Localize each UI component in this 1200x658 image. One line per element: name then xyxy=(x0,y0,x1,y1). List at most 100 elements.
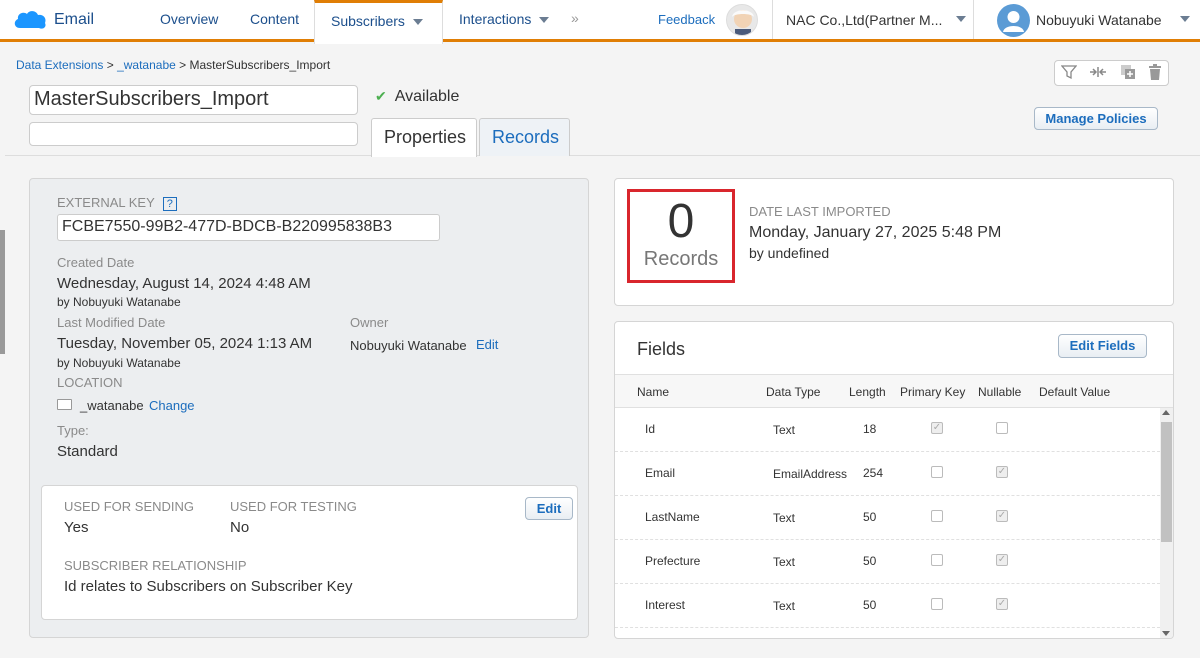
nav-subscribers[interactable]: Subscribers xyxy=(314,0,443,44)
status: ✔ Available xyxy=(375,88,459,106)
field-type: Text xyxy=(773,511,796,525)
external-key-field[interactable]: FCBE7550-99B2-477D-BDCB-B220995838B3 xyxy=(57,214,440,241)
side-panel-handle[interactable] xyxy=(0,230,5,354)
brand-label: Email xyxy=(54,11,95,28)
field-length: 254 xyxy=(863,466,884,480)
trash-icon[interactable] xyxy=(1148,63,1162,83)
table-row[interactable]: Email EmailAddress 254 ✓ xyxy=(615,452,1160,496)
tab-properties[interactable]: Properties xyxy=(371,118,477,157)
filter-icon[interactable] xyxy=(1060,64,1078,83)
user-avatar[interactable] xyxy=(997,4,1030,37)
modified-by: by Nobuyuki Watanabe xyxy=(57,356,181,370)
brand[interactable]: Email xyxy=(12,8,94,32)
description-field[interactable] xyxy=(29,122,358,146)
field-name: Id xyxy=(645,422,656,436)
folder-icon xyxy=(57,399,72,410)
owner-value: Nobuyuki Watanabe xyxy=(350,338,467,353)
nav-divider xyxy=(772,0,773,39)
nav-content[interactable]: Content xyxy=(234,0,315,39)
move-icon[interactable] xyxy=(1089,64,1107,83)
double-chevron-right-icon[interactable]: » xyxy=(571,10,579,26)
date-last-imported-by: by undefined xyxy=(749,245,830,261)
used-for-testing-value: No xyxy=(230,519,250,536)
einstein-avatar[interactable] xyxy=(726,4,758,36)
records-count: 0 xyxy=(667,195,695,248)
field-length: 50 xyxy=(863,554,877,568)
scroll-up-icon[interactable] xyxy=(1162,410,1170,415)
field-name: Interest xyxy=(645,598,686,612)
status-label: Available xyxy=(394,88,460,105)
user-name[interactable]: Nobuyuki Watanabe xyxy=(1036,12,1162,28)
primary-key-checkbox xyxy=(931,466,943,478)
used-for-sending-label: USED FOR SENDING xyxy=(64,499,195,514)
location-change-link[interactable]: Change xyxy=(149,398,195,413)
type-value: Standard xyxy=(57,443,118,460)
chevron-down-icon[interactable] xyxy=(1180,16,1190,22)
table-row[interactable]: LastName Text 50 ✓ xyxy=(615,496,1160,540)
field-type: EmailAddress xyxy=(773,467,848,481)
nav-interactions[interactable]: Interactions xyxy=(443,0,565,39)
fields-scrollbar[interactable] xyxy=(1160,408,1173,638)
help-icon[interactable]: ? xyxy=(162,197,177,211)
modified-date-value: Tuesday, November 05, 2024 1:13 AM xyxy=(57,335,313,352)
field-length: 50 xyxy=(863,598,877,612)
field-type: Text xyxy=(773,423,796,437)
top-nav: Email Overview Content Subscribers Inter… xyxy=(0,0,1200,44)
breadcrumb-folder[interactable]: _watanabe xyxy=(117,58,176,72)
edit-fields-button[interactable]: Edit Fields xyxy=(1058,334,1147,358)
scroll-down-icon[interactable] xyxy=(1162,631,1170,636)
fields-panel: Fields Edit Fields Name Data Type Length… xyxy=(614,321,1174,639)
org-name[interactable]: NAC Co.,Ltd(Partner M... xyxy=(786,12,942,28)
field-name: Email xyxy=(645,466,676,480)
name-field[interactable]: MasterSubscribers_Import xyxy=(29,85,358,115)
scroll-thumb[interactable] xyxy=(1161,422,1172,542)
breadcrumb-data-extensions[interactable]: Data Extensions xyxy=(16,58,103,72)
breadcrumb-current: MasterSubscribers_Import xyxy=(189,58,331,72)
nullable-checkbox xyxy=(996,422,1008,434)
nav-interactions-label: Interactions xyxy=(459,11,532,27)
location-value: _watanabe xyxy=(80,398,144,413)
manage-policies-button[interactable]: Manage Policies xyxy=(1034,107,1158,130)
column-header-length[interactable]: Length xyxy=(849,385,886,399)
tab-records[interactable]: Records xyxy=(479,118,570,156)
copy-icon[interactable] xyxy=(1120,64,1136,83)
nav-divider xyxy=(973,0,974,39)
column-header-default-value[interactable]: Default Value xyxy=(1039,385,1110,399)
salesforce-cloud-icon xyxy=(12,8,48,32)
nullable-checkbox: ✓ xyxy=(996,466,1008,478)
date-last-imported-label: DATE LAST IMPORTED xyxy=(749,204,891,219)
table-row[interactable]: Prefecture Text 50 ✓ xyxy=(615,540,1160,584)
column-header-data-type[interactable]: Data Type xyxy=(766,385,820,399)
field-name: Prefecture xyxy=(645,554,701,568)
owner-edit-link[interactable]: Edit xyxy=(476,337,498,352)
date-last-imported-value: Monday, January 27, 2025 5:48 PM xyxy=(749,224,1002,241)
breadcrumb-separator: > xyxy=(179,58,190,72)
records-summary-panel: 0 Records DATE LAST IMPORTED Monday, Jan… xyxy=(614,178,1174,306)
used-for-testing-label: USED FOR TESTING xyxy=(230,499,357,514)
table-row[interactable]: Interest Text 50 ✓ xyxy=(615,584,1160,628)
primary-key-checkbox xyxy=(931,598,943,610)
created-date-label: Created Date xyxy=(57,255,135,270)
fields-title: Fields xyxy=(637,339,686,359)
properties-panel: EXTERNAL KEY? FCBE7550-99B2-477D-BDCB-B2… xyxy=(29,178,589,638)
nullable-checkbox: ✓ xyxy=(996,510,1008,522)
nullable-checkbox: ✓ xyxy=(996,598,1008,610)
primary-key-checkbox: ✓ xyxy=(931,422,943,434)
records-label: Records xyxy=(643,248,719,270)
breadcrumb-separator: > xyxy=(106,58,118,72)
created-date-value: Wednesday, August 14, 2024 4:48 AM xyxy=(57,275,311,292)
edit-button[interactable]: Edit xyxy=(525,497,573,520)
chevron-down-icon[interactable] xyxy=(956,16,966,22)
nav-overview[interactable]: Overview xyxy=(144,0,234,39)
column-header-primary-key[interactable]: Primary Key xyxy=(900,385,965,399)
external-key-label: EXTERNAL KEY? xyxy=(57,195,177,211)
records-count-box: 0 Records xyxy=(627,189,735,283)
location-label: LOCATION xyxy=(57,375,123,390)
column-header-nullable[interactable]: Nullable xyxy=(978,385,1021,399)
feedback-link[interactable]: Feedback xyxy=(658,12,715,27)
field-type: Text xyxy=(773,555,796,569)
check-icon: ✔ xyxy=(375,88,387,104)
column-header-name[interactable]: Name xyxy=(637,385,669,399)
table-row[interactable]: Id Text 18 ✓ xyxy=(615,408,1160,452)
chevron-down-icon xyxy=(412,19,423,26)
